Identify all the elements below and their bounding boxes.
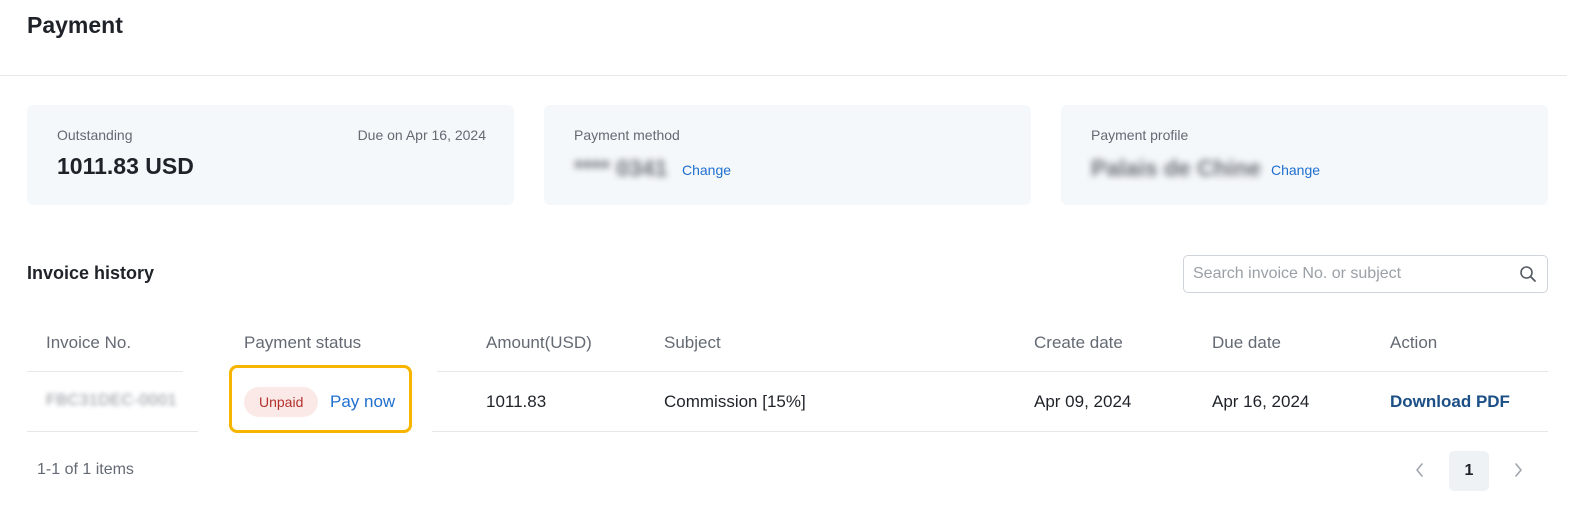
next-page-button[interactable] — [1506, 458, 1530, 482]
header-divider-right — [437, 371, 1548, 372]
outstanding-amount: 1011.83 USD — [57, 153, 194, 179]
column-header-payment-status: Payment status — [244, 333, 362, 352]
payment-profile-value: Palais de Chine — [1091, 155, 1262, 181]
change-payment-method-link[interactable]: Change — [682, 162, 731, 178]
outstanding-card: Outstanding Due on Apr 16, 2024 1011.83 … — [27, 105, 514, 205]
invoice-search-box — [1183, 255, 1548, 293]
column-header-action: Action — [1390, 333, 1438, 352]
status-badge: Unpaid — [244, 387, 319, 417]
invoice-search-input[interactable] — [1193, 256, 1503, 292]
prev-page-button[interactable] — [1408, 458, 1432, 482]
pagination-summary: 1-1 of 1 items — [37, 461, 134, 478]
payment-method-card: Payment method **** 0341 Change — [544, 105, 1031, 205]
payment-method-value: **** 0341 — [574, 155, 668, 181]
download-pdf-link[interactable]: Download PDF — [1390, 392, 1510, 412]
column-header-amount: Amount(USD) — [486, 333, 592, 352]
outstanding-label: Outstanding — [57, 127, 133, 143]
invoice-subject: Commission [15%] — [664, 392, 806, 411]
pay-now-link[interactable]: Pay now — [330, 392, 395, 412]
column-header-subject: Subject — [664, 333, 721, 352]
page-number-button[interactable]: 1 — [1449, 451, 1489, 491]
payment-profile-card: Payment profile Palais de Chine Change — [1061, 105, 1548, 205]
page-title: Payment — [27, 12, 123, 38]
invoice-due-date: Apr 16, 2024 — [1212, 392, 1310, 411]
row-divider-left — [27, 431, 198, 432]
payment-method-label: Payment method — [574, 127, 680, 143]
row-divider-right — [432, 431, 1548, 432]
chevron-right-icon — [1515, 463, 1522, 477]
invoice-history-title: Invoice history — [27, 263, 155, 283]
payment-profile-label: Payment profile — [1091, 127, 1189, 143]
search-icon[interactable] — [1519, 265, 1537, 283]
column-header-create-date: Create date — [1034, 333, 1123, 352]
invoice-amount: 1011.83 — [486, 392, 547, 411]
chevron-left-icon — [1416, 463, 1423, 477]
page-header: Payment — [0, 0, 1567, 76]
invoice-number: FBC31DEC-0001 — [46, 392, 177, 409]
column-header-due-date: Due date — [1212, 333, 1281, 352]
due-date-label: Due on Apr 16, 2024 — [357, 127, 486, 143]
invoice-create-date: Apr 09, 2024 — [1034, 392, 1132, 411]
change-payment-profile-link[interactable]: Change — [1271, 162, 1320, 178]
column-header-invoice-no: Invoice No. — [46, 333, 132, 352]
header-divider-left — [27, 371, 183, 372]
